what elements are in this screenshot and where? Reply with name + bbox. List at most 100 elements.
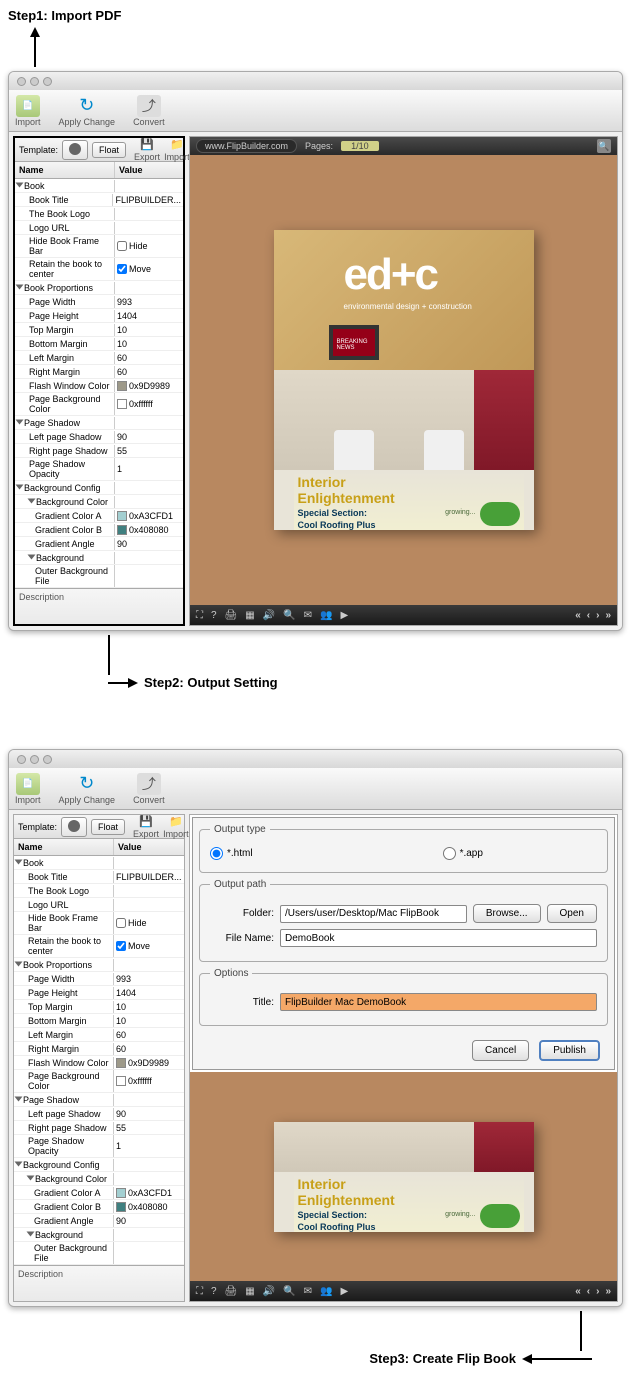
prop-row[interactable]: Gradient Angle90 xyxy=(15,537,183,551)
prop-row[interactable]: The Book Logo xyxy=(15,207,183,221)
title-input[interactable] xyxy=(280,993,597,1011)
prop-row[interactable]: Page Shadow xyxy=(15,416,183,430)
prop-row[interactable]: Page Width993 xyxy=(14,972,184,986)
zoom-icon[interactable]: 🔍 xyxy=(283,1286,295,1297)
book-preview-partial[interactable]: Interior Enlightenment Special Section: … xyxy=(274,1122,534,1232)
filename-input[interactable] xyxy=(280,929,597,947)
prop-row[interactable]: Book xyxy=(15,179,183,193)
prop-row[interactable]: Flash Window Color0x9D9989 xyxy=(15,379,183,393)
prop-row[interactable]: Retain the book to centerMove xyxy=(15,258,183,281)
print-icon[interactable]: 🖨 xyxy=(225,610,238,621)
prop-row[interactable]: Background Color xyxy=(14,1172,184,1186)
folder-input[interactable] xyxy=(280,905,467,923)
template-gear-button[interactable] xyxy=(61,817,87,837)
mail-icon[interactable]: ✉ xyxy=(304,610,312,621)
export-template-button[interactable]: 💾 Export xyxy=(133,815,159,839)
prop-row[interactable]: Flash Window Color0x9D9989 xyxy=(14,1056,184,1070)
color-swatch[interactable] xyxy=(116,1058,126,1068)
color-swatch[interactable] xyxy=(117,525,127,535)
book-preview[interactable]: ed+c environmental design + construction… xyxy=(274,230,534,530)
prop-row[interactable]: Page Height1404 xyxy=(14,986,184,1000)
minimize-btn[interactable] xyxy=(30,755,39,764)
color-swatch[interactable] xyxy=(117,381,127,391)
share-icon[interactable]: 👥 xyxy=(320,610,332,621)
convert-button[interactable]: ⤴ Convert xyxy=(133,773,165,805)
template-float-button[interactable]: Float xyxy=(91,819,125,835)
print-icon[interactable]: 🖨 xyxy=(225,1286,238,1297)
prop-row[interactable]: Page Width993 xyxy=(15,295,183,309)
color-swatch[interactable] xyxy=(116,1202,126,1212)
sound-icon[interactable]: 🔊 xyxy=(263,610,275,621)
next-page-icon[interactable]: › xyxy=(596,610,599,621)
import-template-button[interactable]: 📁 Import xyxy=(164,138,190,162)
close-btn[interactable] xyxy=(17,755,26,764)
page-indicator[interactable]: 1/10 xyxy=(341,141,379,151)
mail-icon[interactable]: ✉ xyxy=(304,1286,312,1297)
apply-change-button[interactable]: ↻ Apply Change xyxy=(59,773,116,805)
import-button[interactable]: 📄 Import xyxy=(15,95,41,127)
template-float-button[interactable]: Float xyxy=(92,142,126,158)
prop-row[interactable]: Outer Background File xyxy=(15,565,183,588)
last-page-icon[interactable]: » xyxy=(605,610,611,621)
prop-row[interactable]: Background xyxy=(14,1228,184,1242)
prop-row[interactable]: Book TitleFLIPBUILDER... xyxy=(14,870,184,884)
close-btn[interactable] xyxy=(17,77,26,86)
convert-button[interactable]: ⤴ Convert xyxy=(133,95,165,127)
prop-row[interactable]: Right Margin60 xyxy=(14,1042,184,1056)
autoplay-icon[interactable]: ▶ xyxy=(340,610,348,621)
zoom-btn[interactable] xyxy=(43,77,52,86)
export-template-button[interactable]: 💾 Export xyxy=(134,138,160,162)
prop-row[interactable]: Background Color xyxy=(15,495,183,509)
prop-row[interactable]: Right page Shadow55 xyxy=(14,1121,184,1135)
fullscreen-icon[interactable]: ⛶ xyxy=(196,610,203,621)
prop-row[interactable]: Page Height1404 xyxy=(15,309,183,323)
color-swatch[interactable] xyxy=(117,399,127,409)
prop-row[interactable]: Hide Book Frame BarHide xyxy=(15,235,183,258)
prop-row[interactable]: Logo URL xyxy=(14,898,184,912)
import-button[interactable]: 📄 Import xyxy=(15,773,41,805)
prop-row[interactable]: Hide Book Frame BarHide xyxy=(14,912,184,935)
prop-row[interactable]: Background Config xyxy=(14,1158,184,1172)
import-template-button[interactable]: 📁 Import xyxy=(163,815,189,839)
prop-row[interactable]: Logo URL xyxy=(15,221,183,235)
prop-row[interactable]: Page Shadow xyxy=(14,1093,184,1107)
radio-html-input[interactable] xyxy=(210,847,223,860)
prop-row[interactable]: Top Margin10 xyxy=(14,1000,184,1014)
radio-html[interactable]: *.html xyxy=(210,847,253,860)
prop-row[interactable]: Background xyxy=(15,551,183,565)
prop-row[interactable]: Book xyxy=(14,856,184,870)
zoom-btn[interactable] xyxy=(43,755,52,764)
prop-row[interactable]: Gradient Color B0x408080 xyxy=(15,523,183,537)
prop-row[interactable]: Top Margin10 xyxy=(15,323,183,337)
prop-row[interactable]: Gradient Angle90 xyxy=(14,1214,184,1228)
prop-row[interactable]: Bottom Margin10 xyxy=(14,1014,184,1028)
minimize-btn[interactable] xyxy=(30,77,39,86)
prop-row[interactable]: The Book Logo xyxy=(14,884,184,898)
prop-row[interactable]: Background Config xyxy=(15,481,183,495)
publish-button[interactable]: Publish xyxy=(539,1040,600,1061)
first-page-icon[interactable]: « xyxy=(575,1286,581,1297)
sound-icon[interactable]: 🔊 xyxy=(263,1286,275,1297)
prop-row[interactable]: Page Shadow Opacity1 xyxy=(14,1135,184,1158)
prop-row[interactable]: Outer Background File xyxy=(14,1242,184,1265)
thumbnails-icon[interactable]: ▦ xyxy=(245,610,254,621)
browse-button[interactable]: Browse... xyxy=(473,904,541,923)
prop-row[interactable]: Gradient Color B0x408080 xyxy=(14,1200,184,1214)
color-swatch[interactable] xyxy=(116,1188,126,1198)
last-page-icon[interactable]: » xyxy=(605,1286,611,1297)
color-swatch[interactable] xyxy=(116,1076,126,1086)
hide-checkbox[interactable] xyxy=(117,241,127,251)
move-checkbox[interactable] xyxy=(117,264,127,274)
prop-row[interactable]: Left page Shadow90 xyxy=(14,1107,184,1121)
prev-page-icon[interactable]: ‹ xyxy=(587,610,590,621)
zoom-icon[interactable]: 🔍 xyxy=(283,610,295,621)
next-page-icon[interactable]: › xyxy=(596,1286,599,1297)
prop-row[interactable]: Page Background Color0xffffff xyxy=(14,1070,184,1093)
prop-row[interactable]: Left Margin60 xyxy=(15,351,183,365)
radio-app[interactable]: *.app xyxy=(443,847,483,860)
search-icon[interactable]: 🔍 xyxy=(597,139,611,153)
prop-row[interactable]: Book Proportions xyxy=(15,281,183,295)
help-icon[interactable]: ? xyxy=(211,1286,217,1297)
apply-change-button[interactable]: ↻ Apply Change xyxy=(59,95,116,127)
prop-row[interactable]: Book TitleFLIPBUILDER... xyxy=(15,193,183,207)
